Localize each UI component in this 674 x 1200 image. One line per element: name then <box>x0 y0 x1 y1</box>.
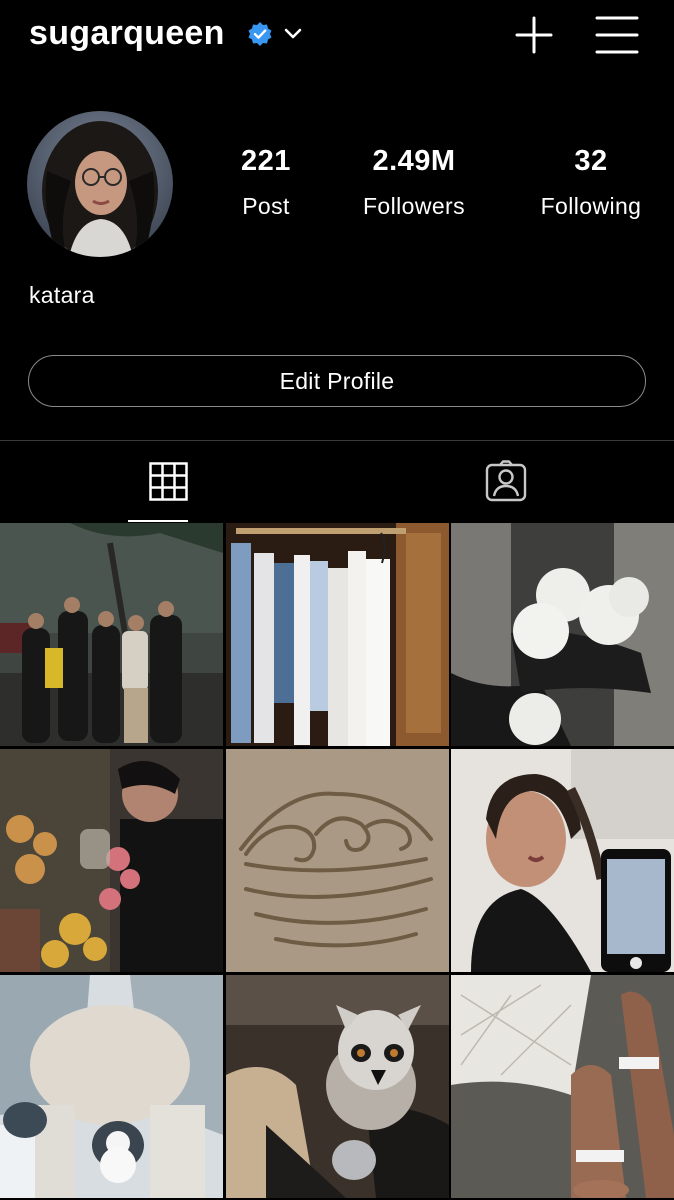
post-thumbnail[interactable] <box>0 523 223 746</box>
posts-label: Post <box>242 193 290 219</box>
post-thumbnail[interactable] <box>0 749 223 972</box>
username[interactable]: sugarqueen <box>29 14 225 53</box>
chevron-down-icon[interactable] <box>282 24 304 42</box>
active-tab-indicator <box>128 520 188 522</box>
followers-label: Followers <box>362 193 465 219</box>
post-thumbnail[interactable] <box>451 975 674 1198</box>
hamburger-menu-icon[interactable] <box>594 14 640 56</box>
posts-count: 221 <box>241 145 291 177</box>
post-thumbnail[interactable] <box>226 749 449 972</box>
post-thumbnail[interactable] <box>0 975 223 1198</box>
following-label: Following <box>540 193 642 219</box>
display-name: katara <box>29 282 95 308</box>
posts-stat[interactable]: 221 Post <box>210 145 322 220</box>
avatar[interactable] <box>27 111 173 257</box>
edit-profile-button[interactable]: Edit Profile <box>28 355 646 407</box>
plus-icon[interactable] <box>513 14 555 56</box>
posts-grid <box>0 523 674 1200</box>
following-count: 32 <box>574 145 608 177</box>
tab-tagged[interactable] <box>337 441 674 523</box>
post-thumbnail[interactable] <box>451 749 674 972</box>
followers-stat[interactable]: 2.49M Followers <box>348 145 480 220</box>
grid-icon <box>149 462 188 501</box>
verified-badge-icon <box>248 22 272 46</box>
post-thumbnail[interactable] <box>451 523 674 746</box>
followers-count: 2.49M <box>372 145 456 177</box>
tagged-person-icon <box>485 460 527 502</box>
post-thumbnail[interactable] <box>226 523 449 746</box>
following-stat[interactable]: 32 Following <box>525 145 657 220</box>
post-thumbnail[interactable] <box>226 975 449 1198</box>
profile-header: sugarqueen <box>0 0 674 70</box>
tab-posts-grid[interactable] <box>0 441 337 523</box>
